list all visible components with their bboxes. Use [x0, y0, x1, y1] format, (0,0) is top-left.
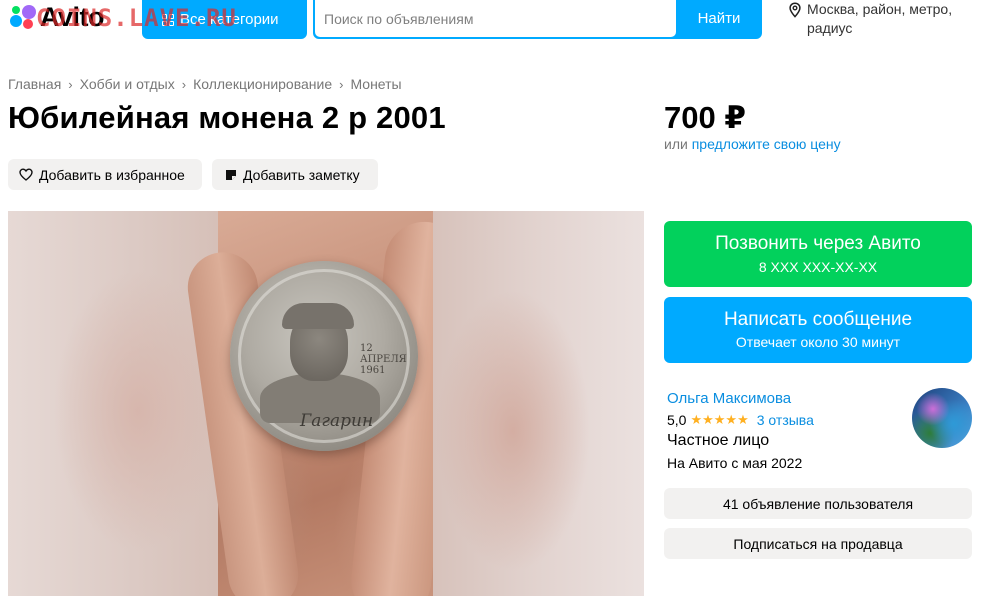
- call-phone: 8 XXX XXX-XX-XX: [758, 259, 878, 275]
- heart-icon: [19, 168, 33, 181]
- add-to-favorites-button[interactable]: Добавить в избранное: [8, 159, 202, 190]
- header: Avito Все категории Найти Москва, район,…: [0, 0, 988, 50]
- add-note-button[interactable]: Добавить заметку: [212, 159, 378, 190]
- logo-dots-icon: [8, 3, 38, 31]
- breadcrumb: Главная › Хобби и отдых › Коллекциониров…: [8, 76, 402, 92]
- all-categories-button[interactable]: Все категории: [142, 0, 307, 39]
- coin-signature: Гагарин: [300, 411, 374, 431]
- price-or-text: или: [664, 136, 688, 152]
- message-response-time: Отвечает около 30 минут: [735, 334, 901, 350]
- seller-since: На Авито с мая 2022: [667, 455, 803, 471]
- note-icon: [226, 169, 236, 180]
- location-selector[interactable]: Москва, район, метро, радиус: [788, 0, 978, 38]
- seller-type: Частное лицо: [667, 432, 770, 449]
- breadcrumb-coins[interactable]: Монеты: [350, 76, 401, 92]
- location-pin-icon: [789, 2, 801, 18]
- location-text-line2: радиус: [807, 20, 853, 36]
- categories-grid-icon: [162, 13, 174, 26]
- coin-date-text: 12 АПРЕЛЯ 1961: [360, 343, 407, 376]
- chevron-right-icon: ›: [339, 76, 344, 92]
- add-note-label: Добавить заметку: [243, 166, 360, 183]
- add-to-favorites-label: Добавить в избранное: [39, 166, 185, 183]
- seller-ads-button[interactable]: 41 объявление пользователя: [664, 488, 972, 519]
- write-message-button[interactable]: Написать сообщение Отвечает около 30 мин…: [664, 297, 972, 363]
- price-offer: или предложите свою цену: [664, 136, 841, 152]
- breadcrumb-collecting[interactable]: Коллекционирование: [193, 76, 332, 92]
- location-text-line1: Москва, район, метро,: [807, 1, 953, 17]
- page-title: Юбилейная монена 2 р 2001: [8, 100, 446, 135]
- all-categories-label: Все категории: [180, 11, 279, 28]
- subscribe-seller-button[interactable]: Подписаться на продавца: [664, 528, 972, 559]
- reviews-link[interactable]: 3 отзыва: [757, 412, 814, 428]
- rating-value: 5,0: [667, 412, 687, 428]
- call-via-avito-button[interactable]: Позвонить через Авито 8 XXX XXX-XX-XX: [664, 221, 972, 287]
- seller-name-link[interactable]: Ольга Максимова: [667, 390, 791, 407]
- logo-text: Avito: [40, 1, 105, 32]
- search-button[interactable]: Найти: [676, 0, 762, 37]
- price: 700 ₽: [664, 100, 746, 135]
- coin-image: 12 АПРЕЛЯ 1961 Гагарин: [230, 261, 418, 451]
- chevron-right-icon: ›: [181, 76, 187, 92]
- avito-logo[interactable]: Avito: [8, 1, 105, 32]
- photo-gallery[interactable]: 12 АПРЕЛЯ 1961 Гагарин: [8, 211, 644, 596]
- message-label: Написать сообщение: [723, 309, 913, 330]
- rating-stars-icon: ★★★★★: [690, 412, 749, 427]
- search-bar: Найти: [313, 0, 762, 39]
- offer-price-link[interactable]: предложите свою цену: [692, 136, 841, 152]
- gallery-blur-right: [433, 211, 644, 596]
- avatar[interactable]: [912, 388, 972, 448]
- breadcrumb-home[interactable]: Главная: [8, 76, 61, 92]
- chevron-right-icon: ›: [68, 76, 73, 92]
- search-input[interactable]: [315, 0, 676, 37]
- listing-photo[interactable]: 12 АПРЕЛЯ 1961 Гагарин: [183, 211, 469, 596]
- call-label: Позвонить через Авито: [715, 233, 921, 254]
- seller-rating: 5,0 ★★★★★ 3 отзыва: [667, 412, 814, 428]
- breadcrumb-hobby[interactable]: Хобби и отдых: [80, 76, 175, 92]
- gallery-blur-left: [8, 211, 218, 596]
